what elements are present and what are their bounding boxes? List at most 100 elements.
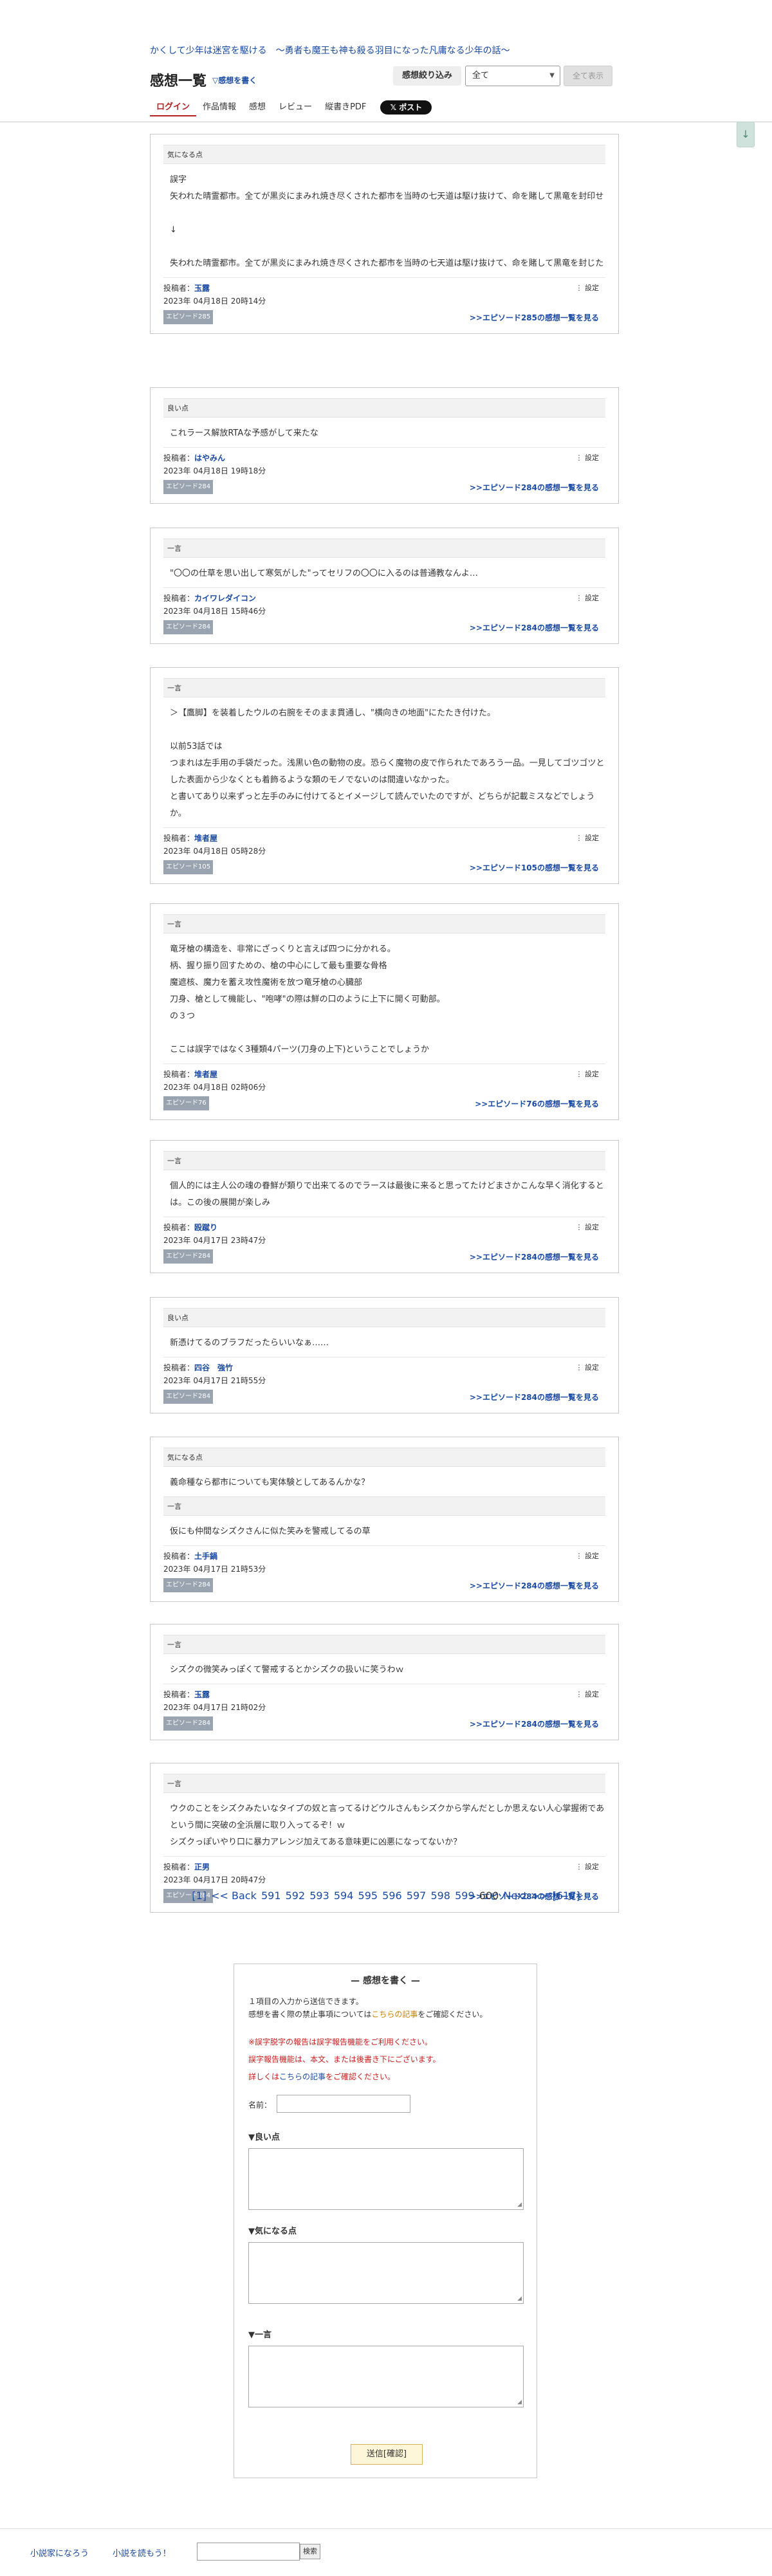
section-body: 個人的には主人公の魂の眷鮮が類りで出来てるのでラースは最後に来ると思ってたけどま… <box>170 1181 604 1208</box>
page-link[interactable]: 594 <box>334 1890 354 1902</box>
posted-date: 2023年 04月18日 05時28分 <box>163 847 266 856</box>
episode-impressions-link[interactable]: >>エピソード285の感想一覧を見る <box>470 311 599 324</box>
filter-label: 感想絞り込み <box>393 66 461 86</box>
page-link[interactable]: 599 <box>455 1890 475 1902</box>
episode-impressions-link[interactable]: >>エピソード284の感想一覧を見る <box>470 481 599 494</box>
page-link[interactable]: 597 <box>407 1890 427 1902</box>
typo-article-link[interactable]: こちらの記事 <box>279 2072 326 2081</box>
page-link[interactable]: 595 <box>358 1890 378 1902</box>
nav-login[interactable]: ログイン <box>150 98 197 116</box>
page-link[interactable]: 598 <box>430 1890 450 1902</box>
settings-menu[interactable]: ⋮ 設定 <box>576 1221 600 1234</box>
footer-link-yomou[interactable]: 小説を読もう！ <box>113 2546 171 2559</box>
triangle-down-icon: ▽ <box>212 76 219 85</box>
page-next-link[interactable]: Next >> <box>503 1890 547 1902</box>
posted-date: 2023年 04月18日 15時46分 <box>163 607 266 616</box>
episode-badge[interactable]: エピソード284 <box>163 1578 214 1592</box>
resize-grip-icon[interactable]: ◢ <box>517 2202 522 2208</box>
poster-name-link[interactable]: 土手鍋 <box>194 1552 217 1561</box>
settings-menu[interactable]: ⋮ 設定 <box>576 1361 600 1374</box>
typo-warning: ※誤字脱字の報告は誤字報告機能をご利用ください。 誤字報告機能は、本文、または後… <box>248 2034 441 2086</box>
poster-name-link[interactable]: 堆者屋 <box>194 834 217 843</box>
chevron-down-icon: ▼ <box>549 72 555 79</box>
section-heading: 良い点 <box>163 398 605 418</box>
episode-badge[interactable]: エピソード284 <box>163 480 214 494</box>
episode-impressions-link[interactable]: >>エピソード284の感想一覧を見る <box>470 1391 599 1404</box>
poster-name-link[interactable]: 四谷 強竹 <box>194 1363 233 1372</box>
section-heading: 一言 <box>163 1496 605 1516</box>
resize-grip-icon[interactable]: ◢ <box>517 2295 522 2302</box>
poster-label: 投稿者： <box>163 454 195 463</box>
impression-card: 一言 個人的には主人公の魂の眷鮮が類りで出来てるのでラースは最後に来ると思ってた… <box>150 1140 619 1273</box>
poster-name-link[interactable]: 玉露 <box>194 284 210 293</box>
episode-impressions-link[interactable]: >>エピソード284の感想一覧を見る <box>470 1718 599 1731</box>
page-link[interactable]: 591 <box>261 1890 281 1902</box>
submit-confirm-button[interactable]: 送信[確認] <box>351 2444 423 2465</box>
good-points-textarea[interactable]: ◢ <box>248 2148 524 2210</box>
impression-card: 気になる点 義命種なら都市についても実体験としてあるんかな？ 一言 仮にも仲間な… <box>150 1437 619 1602</box>
footer-link-narou[interactable]: 小説家になろう <box>30 2546 89 2559</box>
scroll-down-button[interactable]: ↓ <box>737 122 755 147</box>
page-back-link[interactable]: << Back <box>211 1890 257 1902</box>
nav-reviews[interactable]: レビュー <box>272 98 318 116</box>
episode-badge[interactable]: エピソード284 <box>163 1716 214 1731</box>
nav-bar: ログイン 作品情報 感想 レビュー 縦書きPDF 𝕏 ポスト <box>150 98 432 116</box>
poster-name-link[interactable]: 玉露 <box>194 1690 210 1699</box>
episode-badge[interactable]: エピソード285 <box>163 310 214 324</box>
x-post-button[interactable]: 𝕏 ポスト <box>380 100 432 115</box>
nav-vertical-pdf[interactable]: 縦書きPDF <box>318 98 372 116</box>
settings-menu[interactable]: ⋮ 設定 <box>576 1550 600 1563</box>
name-input[interactable] <box>277 2095 410 2113</box>
comment-label: ▼一言 <box>248 2330 271 2340</box>
episode-impressions-link[interactable]: >>エピソード76の感想一覧を見る <box>475 1098 599 1110</box>
page-link[interactable]: 593 <box>309 1890 329 1902</box>
concern-points-textarea[interactable]: ◢ <box>248 2242 524 2304</box>
settings-menu[interactable]: ⋮ 設定 <box>576 592 600 605</box>
filter-select[interactable]: 全て ▼ <box>465 66 560 86</box>
resize-grip-icon[interactable]: ◢ <box>517 2399 522 2406</box>
typo-warning-line: をご確認ください。 <box>326 2072 396 2081</box>
novel-title-link[interactable]: かくして少年は迷宮を駆ける 〜勇者も魔王も神も殺る羽目になった凡庸なる少年の話〜 <box>150 44 510 57</box>
nav-impressions[interactable]: 感想 <box>243 98 272 116</box>
episode-impressions-link[interactable]: >>エピソード105の感想一覧を見る <box>470 861 599 874</box>
episode-impressions-link[interactable]: >>エピソード284の感想一覧を見る <box>470 621 599 634</box>
comment-textarea[interactable]: ◢ <box>248 2346 524 2407</box>
episode-impressions-link[interactable]: >>エピソード284の感想一覧を見る <box>470 1579 599 1592</box>
form-note-line: 感想を書く際の禁止事項については <box>248 2010 372 2019</box>
page-link[interactable]: 596 <box>382 1890 402 1902</box>
poster-name-link[interactable]: 正男 <box>194 1863 210 1872</box>
impression-card: 気になる点 誤字 矢われた晴霊都市。全てが黒炎にまみれ焼き尽くされた都市を当時の… <box>150 134 619 334</box>
settings-menu[interactable]: ⋮ 設定 <box>576 452 600 465</box>
impression-meta: 投稿者：堆者屋 2023年 04月18日 05時28分 エピソード105 ⋮ 設… <box>163 827 605 874</box>
settings-menu[interactable]: ⋮ 設定 <box>576 1068 600 1081</box>
episode-badge[interactable]: エピソード105 <box>163 860 214 874</box>
poster-label: 投稿者： <box>163 1690 195 1699</box>
section-heading: 気になる点 <box>163 145 605 164</box>
nav-work-info[interactable]: 作品情報 <box>196 98 243 116</box>
page-link[interactable]: 592 <box>286 1890 306 1902</box>
show-all-button[interactable]: 全て表示 <box>564 66 612 86</box>
footer-search-button[interactable]: 検索 <box>300 2544 320 2559</box>
episode-badge[interactable]: エピソード284 <box>163 1249 214 1264</box>
write-impression-link[interactable]: ▽感想を書く <box>212 75 257 86</box>
impression-card: 一言 ＞【鷹脚】を装着したウルの右腕をそのまま貫通し、"横向きの地面"にたたき付… <box>150 667 619 884</box>
poster-name-link[interactable]: はやみん <box>194 454 225 463</box>
page-last-link[interactable]: [617] <box>553 1890 580 1902</box>
poster-name-link[interactable]: 殴蹴り <box>194 1223 217 1232</box>
footer-search-input[interactable] <box>197 2543 300 2561</box>
poster-name-link[interactable]: カイワレダイコン <box>194 594 256 603</box>
episode-badge[interactable]: エピソード76 <box>163 1096 209 1110</box>
page-first-link[interactable]: [1] <box>192 1890 207 1902</box>
posted-date: 2023年 04月18日 19時18分 <box>163 466 266 475</box>
settings-menu[interactable]: ⋮ 設定 <box>576 832 600 845</box>
rules-article-link[interactable]: こちらの記事 <box>371 2010 418 2019</box>
episode-impressions-link[interactable]: >>エピソード284の感想一覧を見る <box>470 1251 599 1264</box>
episode-badge[interactable]: エピソード284 <box>163 1390 214 1404</box>
impression-card: 良い点 新憑けてるのブラフだったらいいなぁ…… 投稿者：四谷 強竹 2023年 … <box>150 1297 619 1413</box>
settings-menu[interactable]: ⋮ 設定 <box>576 1688 600 1701</box>
settings-menu[interactable]: ⋮ 設定 <box>576 1861 600 1873</box>
poster-name-link[interactable]: 堆者屋 <box>194 1070 217 1079</box>
episode-badge[interactable]: エピソード284 <box>163 620 214 634</box>
concern-points-label: ▼気になる点 <box>248 2227 297 2236</box>
settings-menu[interactable]: ⋮ 設定 <box>576 282 600 295</box>
